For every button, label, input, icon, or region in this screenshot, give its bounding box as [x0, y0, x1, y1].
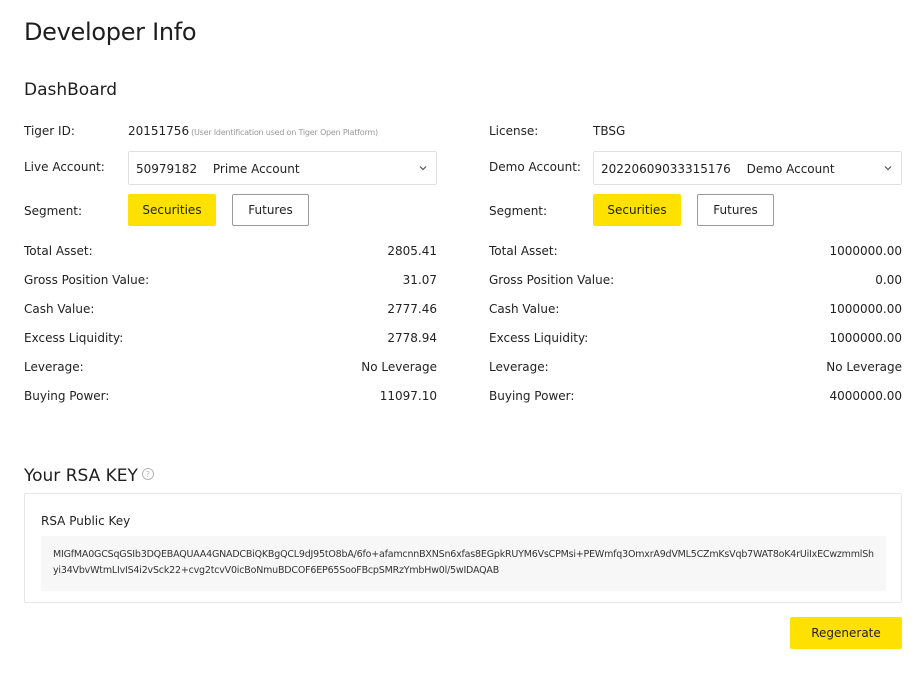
metric-row: Buying Power: 4000000.00 [489, 387, 902, 416]
metric-label: Cash Value: [24, 302, 95, 316]
metric-value: No Leverage [361, 360, 437, 374]
metric-value: No Leverage [826, 360, 902, 374]
dashboard-title: DashBoard [24, 80, 118, 100]
securities-button[interactable]: Securities [128, 194, 216, 226]
metric-value: 4000000.00 [829, 389, 902, 403]
metric-row: Cash Value: 1000000.00 [489, 300, 902, 329]
futures-button[interactable]: Futures [697, 194, 774, 226]
metric-row: Excess Liquidity: 2778.94 [24, 329, 437, 358]
metric-row: Excess Liquidity: 1000000.00 [489, 329, 902, 358]
live-account-type: Prime Account [212, 162, 300, 176]
live-account-number: 50979182 [136, 162, 198, 176]
metric-value: 0.00 [875, 273, 902, 287]
chevron-down-icon [884, 166, 892, 171]
metric-row: Leverage: No Leverage [24, 358, 437, 387]
live-account-label: Live Account: [24, 160, 105, 174]
demo-account-number: 20220609033315176 [601, 162, 731, 176]
metric-label: Cash Value: [489, 302, 560, 316]
metric-row: Gross Position Value: 0.00 [489, 271, 902, 300]
metric-value: 2778.94 [387, 331, 437, 345]
metric-value: 1000000.00 [829, 244, 902, 258]
question-circle-icon[interactable]: ? [141, 468, 154, 480]
demo-metrics: Total Asset: 1000000.00 Gross Position Va… [489, 242, 902, 416]
tiger-id-value: 20151756 (User Identification used on Tig… [128, 124, 378, 138]
metric-value: 11097.10 [379, 389, 437, 403]
futures-button[interactable]: Futures [232, 194, 309, 226]
demo-account-type: Demo Account [746, 162, 835, 176]
metric-value: 2805.41 [387, 244, 437, 258]
rsa-key-card: RSA Public Key MIGfMA0GCSqGSIb3DQEBAQUAA… [24, 493, 902, 603]
metric-value: 1000000.00 [829, 302, 902, 316]
chevron-down-icon [419, 166, 427, 171]
rsa-public-key-value[interactable]: MIGfMA0GCSqGSIb3DQEBAQUAA4GNADCBiQKBgQCL… [41, 536, 886, 591]
metric-label: Gross Position Value: [24, 273, 150, 287]
metric-row: Leverage: No Leverage [489, 358, 902, 387]
segment-label: Segment: [24, 204, 83, 218]
metric-label: Total Asset: [24, 244, 93, 258]
tiger-id-label: Tiger ID: [24, 124, 75, 138]
metric-value: 1000000.00 [829, 331, 902, 345]
metric-label: Buying Power: [489, 389, 575, 403]
metric-row: Cash Value: 2777.46 [24, 300, 437, 329]
live-metrics: Total Asset: 2805.41 Gross Position Value… [24, 242, 437, 416]
metric-label: Leverage: [24, 360, 84, 374]
rsa-public-key-label: RSA Public Key [41, 514, 131, 528]
demo-account-label: Demo Account: [489, 160, 581, 174]
demo-account-select[interactable]: 20220609033315176 Demo Account [593, 151, 902, 185]
metric-value: 2777.46 [387, 302, 437, 316]
metric-label: Total Asset: [489, 244, 558, 258]
page-title: Developer Info [24, 18, 197, 46]
metric-label: Buying Power: [24, 389, 110, 403]
metric-row: Gross Position Value: 31.07 [24, 271, 437, 300]
rsa-key-title: Your RSA KEY? [24, 466, 154, 486]
metric-label: Gross Position Value: [489, 273, 615, 287]
license-label: License: [489, 124, 539, 138]
metric-row: Total Asset: 1000000.00 [489, 242, 902, 271]
regenerate-button[interactable]: Regenerate [790, 617, 902, 649]
metric-value: 31.07 [402, 273, 437, 287]
metric-row: Buying Power: 11097.10 [24, 387, 437, 416]
metric-row: Total Asset: 2805.41 [24, 242, 437, 271]
segment-label: Segment: [489, 204, 548, 218]
metric-label: Leverage: [489, 360, 549, 374]
live-account-select[interactable]: 50979182 Prime Account [128, 151, 437, 185]
license-value: TBSG [593, 124, 626, 138]
metric-label: Excess Liquidity: [24, 331, 124, 345]
metric-label: Excess Liquidity: [489, 331, 589, 345]
tiger-id-note: (User Identification used on Tiger Open … [191, 128, 378, 137]
securities-button[interactable]: Securities [593, 194, 681, 226]
